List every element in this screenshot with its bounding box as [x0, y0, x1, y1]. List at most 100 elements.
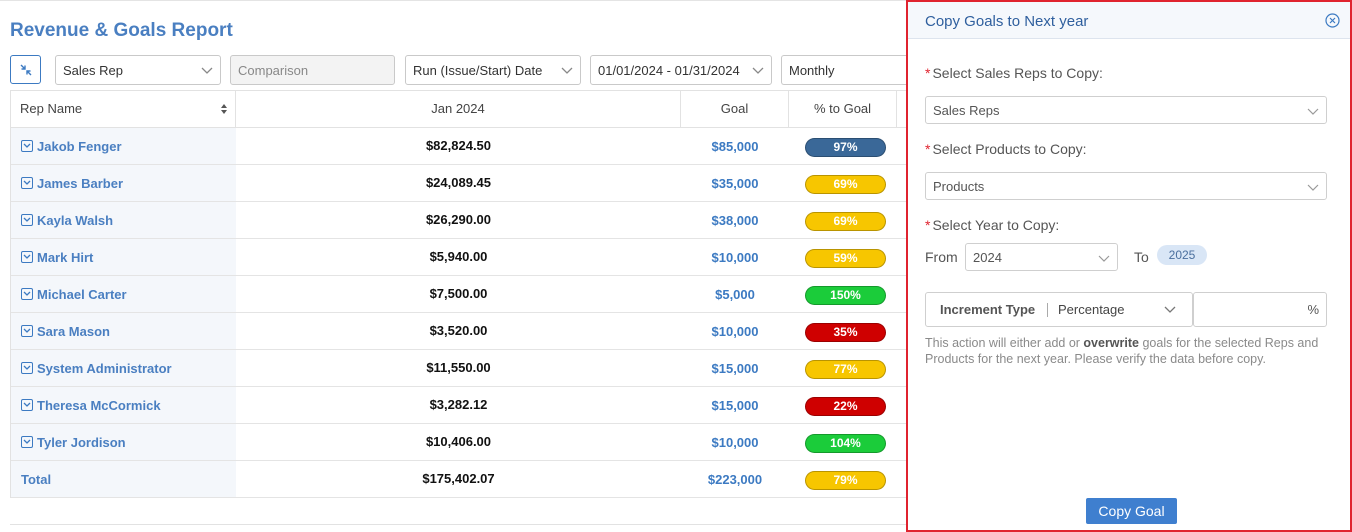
- period-value: $3,282.12: [429, 397, 488, 412]
- expand-icon[interactable]: [21, 288, 33, 300]
- table-row: James Barber $24,089.45 $35,000 69%: [11, 165, 906, 202]
- expand-icon[interactable]: [21, 325, 33, 337]
- rep-name-link[interactable]: Michael Carter: [37, 287, 127, 302]
- sales-reps-select[interactable]: Sales Reps: [925, 96, 1327, 124]
- rep-name-cell: Sara Mason: [11, 313, 236, 349]
- column-header-pct: % to Goal: [789, 91, 897, 128]
- date-range-picker[interactable]: 01/01/2024 - 01/31/2024: [590, 55, 772, 85]
- expand-icon[interactable]: [21, 362, 33, 374]
- goal-value[interactable]: $10,000: [681, 313, 789, 350]
- table-body: Jakob Fenger $82,824.50 $85,000 97% James Ba…: [11, 128, 906, 498]
- rep-name-link[interactable]: Tyler Jordison: [37, 435, 126, 450]
- goal-value[interactable]: $35,000: [681, 165, 789, 202]
- goal-value[interactable]: $15,000: [681, 350, 789, 387]
- goal-value[interactable]: $38,000: [681, 202, 789, 239]
- chevron-down-icon: [1098, 255, 1110, 262]
- group-by-value: Sales Rep: [63, 62, 123, 78]
- panel-title: Copy Goals to Next year: [925, 13, 1089, 30]
- chevron-down-icon: [1164, 306, 1176, 313]
- from-label: From: [925, 249, 958, 265]
- copy-goals-panel: Copy Goals to Next year * Select Sales Re…: [906, 0, 1352, 532]
- goal-value[interactable]: $10,000: [681, 424, 789, 461]
- period-value: $10,406.00: [425, 434, 492, 449]
- column-header-goal: Goal: [681, 91, 789, 128]
- table-row: Jakob Fenger $82,824.50 $85,000 97%: [11, 128, 906, 165]
- expand-icon[interactable]: [21, 177, 33, 189]
- year-label: * Select Year to Copy:: [925, 217, 1060, 233]
- table-row: System Administrator $11,550.00 $15,000 77%: [11, 350, 906, 387]
- table-row: Theresa McCormick $3,282.12 $15,000 22%: [11, 387, 906, 424]
- collapse-button[interactable]: [10, 55, 41, 84]
- date-type-select[interactable]: Run (Issue/Start) Date: [405, 55, 581, 85]
- rep-name-link[interactable]: Jakob Fenger: [37, 139, 122, 154]
- panel-header: Copy Goals to Next year: [908, 2, 1350, 39]
- table-row: Kayla Walsh $26,290.00 $38,000 69%: [11, 202, 906, 239]
- pct-to-goal-badge: 77%: [805, 360, 886, 379]
- expand-icon[interactable]: [21, 214, 33, 226]
- chevron-down-icon: [561, 67, 573, 74]
- rep-name-link[interactable]: System Administrator: [37, 361, 172, 376]
- rep-name-cell: Total: [11, 461, 236, 497]
- sort-icon: [221, 104, 227, 114]
- rep-name-cell: Theresa McCormick: [11, 387, 236, 423]
- goal-value[interactable]: $10,000: [681, 239, 789, 276]
- period-value: $26,290.00: [425, 212, 492, 227]
- percent-unit: %: [1307, 302, 1319, 317]
- rep-name-cell: Michael Carter: [11, 276, 236, 312]
- close-icon[interactable]: [1325, 13, 1340, 28]
- period-value: $175,402.07: [422, 471, 495, 486]
- period-value: $24,089.45: [425, 175, 492, 190]
- interval-select[interactable]: Monthly: [781, 55, 906, 85]
- rep-name-cell: Kayla Walsh: [11, 202, 236, 238]
- total-row: Total $175,402.07 $223,000 79%: [11, 461, 906, 498]
- pct-to-goal-badge: 104%: [805, 434, 886, 453]
- rep-name-link[interactable]: James Barber: [37, 176, 123, 191]
- group-by-select[interactable]: Sales Rep: [55, 55, 221, 85]
- rep-name-cell: Jakob Fenger: [11, 128, 236, 164]
- increment-type-select[interactable]: Increment Type Percentage: [925, 292, 1193, 327]
- expand-icon[interactable]: [21, 436, 33, 448]
- goal-value[interactable]: $85,000: [681, 128, 789, 165]
- total-label: Total: [21, 471, 52, 487]
- increment-value-input[interactable]: %: [1193, 292, 1327, 327]
- period-value: $7,500.00: [429, 286, 488, 301]
- interval-value: Monthly: [789, 62, 835, 78]
- table-header: Rep Name Jan 2024 Goal % to Goal: [11, 90, 906, 128]
- products-value: Products: [933, 178, 985, 194]
- table-row: Michael Carter $7,500.00 $5,000 150%: [11, 276, 906, 313]
- comparison-input[interactable]: Comparison: [230, 55, 395, 85]
- report-table: Rep Name Jan 2024 Goal % to Goal Jakob F…: [10, 90, 906, 498]
- rep-name-link[interactable]: Kayla Walsh: [37, 213, 113, 228]
- expand-icon[interactable]: [21, 251, 33, 263]
- chevron-down-icon: [752, 67, 764, 74]
- pct-to-goal-badge: 97%: [805, 138, 886, 157]
- goal-value[interactable]: $223,000: [681, 461, 789, 498]
- rep-name-link[interactable]: Mark Hirt: [37, 250, 93, 265]
- table-row: Tyler Jordison $10,406.00 $10,000 104%: [11, 424, 906, 461]
- products-select[interactable]: Products: [925, 172, 1327, 200]
- rep-name-cell: Mark Hirt: [11, 239, 236, 275]
- chevron-down-icon: [1307, 184, 1319, 191]
- copy-goal-button[interactable]: Copy Goal: [1086, 498, 1177, 524]
- expand-icon[interactable]: [21, 399, 33, 411]
- period-value: $3,520.00: [429, 323, 488, 338]
- period-value: $5,940.00: [429, 249, 488, 264]
- pct-to-goal-badge: 59%: [805, 249, 886, 268]
- rep-name-cell: System Administrator: [11, 350, 236, 386]
- increment-type-value: Percentage: [1058, 302, 1125, 317]
- reps-label: * Select Sales Reps to Copy:: [925, 65, 1103, 81]
- column-header-rep-name[interactable]: Rep Name: [11, 91, 236, 128]
- expand-icon[interactable]: [21, 140, 33, 152]
- rep-name-cell: James Barber: [11, 165, 236, 201]
- from-year-select[interactable]: 2024: [965, 243, 1118, 271]
- pct-to-goal-badge: 69%: [805, 175, 886, 194]
- sales-reps-value: Sales Reps: [933, 102, 1000, 118]
- rep-name-link[interactable]: Sara Mason: [37, 324, 110, 339]
- goal-value[interactable]: $5,000: [681, 276, 789, 313]
- rep-name-cell: Tyler Jordison: [11, 424, 236, 460]
- goal-value[interactable]: $15,000: [681, 387, 789, 424]
- date-type-value: Run (Issue/Start) Date: [413, 62, 543, 78]
- pct-to-goal-badge: 35%: [805, 323, 886, 342]
- rep-name-link[interactable]: Theresa McCormick: [37, 398, 161, 413]
- column-header-period: Jan 2024: [236, 91, 681, 128]
